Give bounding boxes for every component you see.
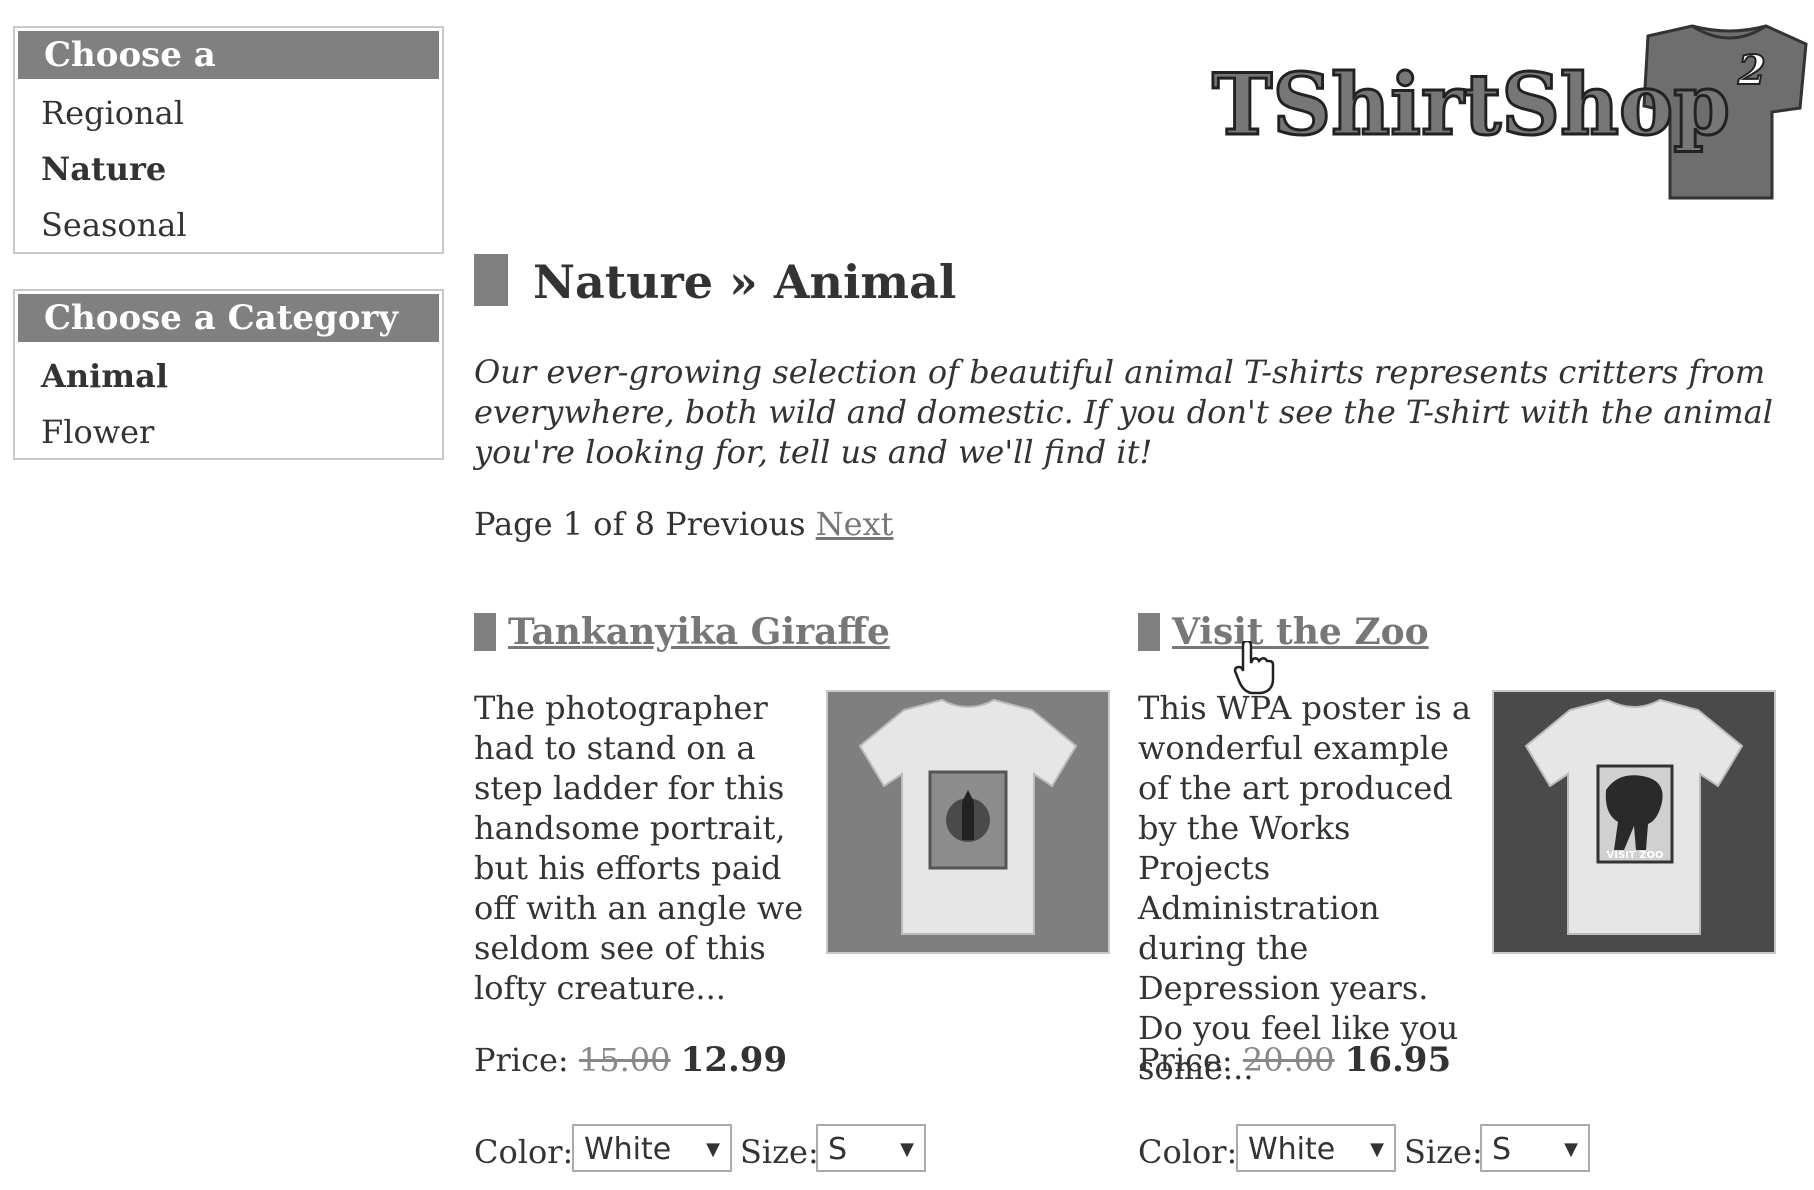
product-link-tankanyika-giraffe[interactable]: Tankanyika Giraffe [508, 608, 890, 656]
category-list: Animal Flower [15, 342, 442, 466]
size-label: Size: [1404, 1133, 1483, 1171]
product-price: Price: 15.00 12.99 [474, 1040, 787, 1080]
product-title-marker [474, 613, 496, 651]
size-label: Size: [740, 1133, 819, 1171]
chevron-down-icon: ▼ [900, 1139, 914, 1160]
color-select-value: White [1248, 1132, 1336, 1167]
color-label: Color: [1138, 1133, 1238, 1171]
logo-superscript: 2 [1737, 47, 1766, 94]
logo-wordmark: TShirtShop [1212, 55, 1730, 154]
color-select[interactable]: White ▼ [1236, 1124, 1396, 1172]
product-title-marker [1138, 613, 1160, 651]
price-label: Price: [1138, 1041, 1233, 1079]
old-price: 20.00 [1242, 1041, 1335, 1079]
pagination: Page 1 of 8 Previous Next [474, 504, 894, 544]
page-title: Nature » Animal [533, 255, 957, 309]
size-select[interactable]: S ▼ [816, 1124, 926, 1172]
size-select-value: S [828, 1132, 848, 1167]
chevron-down-icon: ▼ [706, 1139, 720, 1160]
chevron-down-icon: ▼ [1564, 1139, 1578, 1160]
department-panel: Choose a Department Regional Nature Seas… [13, 26, 444, 254]
heading-marker [474, 254, 508, 306]
price-label: Price: [474, 1041, 569, 1079]
department-panel-title: Choose a Department [18, 31, 439, 123]
tshirtshop-logo[interactable]: TShirtShop 2 [1200, 22, 1810, 202]
old-price: 15.00 [578, 1041, 671, 1079]
category-description: Our ever-growing selection of beautiful … [474, 353, 1773, 471]
product-description: The photographer had to stand on a step … [474, 689, 804, 1007]
next-page-link[interactable]: Next [816, 505, 894, 543]
category-item-flower[interactable]: Flower [41, 404, 442, 460]
department-item-seasonal[interactable]: Seasonal [41, 197, 442, 253]
category-panel: Choose a Category Animal Flower [13, 289, 444, 460]
hand-cursor-icon [1233, 641, 1275, 695]
pagination-status: Page 1 of 8 Previous [474, 505, 806, 543]
category-item-animal[interactable]: Animal [41, 348, 442, 404]
product-link-visit-the-zoo[interactable]: Visit the Zoo [1172, 608, 1429, 656]
department-item-nature[interactable]: Nature [41, 141, 442, 197]
sale-price: 16.95 [1344, 1040, 1452, 1080]
size-select[interactable]: S ▼ [1480, 1124, 1590, 1172]
product-image-zoo[interactable]: VISIT ZOO [1492, 690, 1776, 954]
color-select[interactable]: White ▼ [572, 1124, 732, 1172]
chevron-down-icon: ▼ [1370, 1139, 1384, 1160]
poster-caption: VISIT ZOO [1607, 850, 1664, 861]
color-label: Color: [474, 1133, 574, 1171]
category-panel-title: Choose a Category [18, 294, 439, 342]
color-select-value: White [584, 1132, 672, 1167]
product-price: Price: 20.00 16.95 [1138, 1040, 1451, 1080]
product-description: This WPA poster is a wonderful example o… [1138, 689, 1471, 1087]
size-select-value: S [1492, 1132, 1512, 1167]
sale-price: 12.99 [680, 1040, 788, 1080]
product-image-giraffe[interactable] [826, 690, 1110, 954]
